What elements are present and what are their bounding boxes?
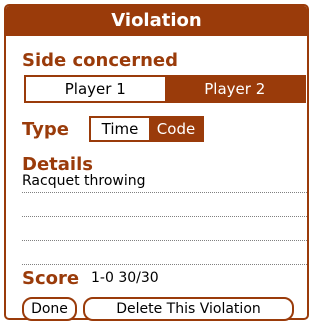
- dialog-title: Violation: [6, 6, 307, 36]
- side-concerned-label: Side concerned: [22, 50, 179, 71]
- side-option-player-2[interactable]: Player 2: [164, 77, 304, 101]
- done-button[interactable]: Done: [22, 297, 77, 321]
- details-line-2[interactable]: [22, 196, 307, 217]
- violation-dialog: Violation Side concerned Player 1 Player…: [4, 4, 311, 321]
- side-selector: Player 1 Player 2: [24, 75, 306, 103]
- type-selector: Time Code: [89, 116, 204, 142]
- type-option-time[interactable]: Time: [91, 118, 149, 140]
- score-value: 1-0 30/30: [91, 270, 159, 286]
- type-label: Type: [22, 119, 69, 140]
- delete-violation-button[interactable]: Delete This Violation: [83, 297, 294, 321]
- details-line-3[interactable]: [22, 220, 307, 241]
- type-option-code[interactable]: Code: [149, 118, 202, 140]
- score-label: Score: [22, 268, 80, 289]
- details-text-field[interactable]: Racquet throwing: [22, 172, 311, 265]
- details-line-1[interactable]: Racquet throwing: [22, 172, 307, 193]
- side-option-player-1[interactable]: Player 1: [26, 77, 165, 101]
- details-line-4[interactable]: [22, 244, 307, 265]
